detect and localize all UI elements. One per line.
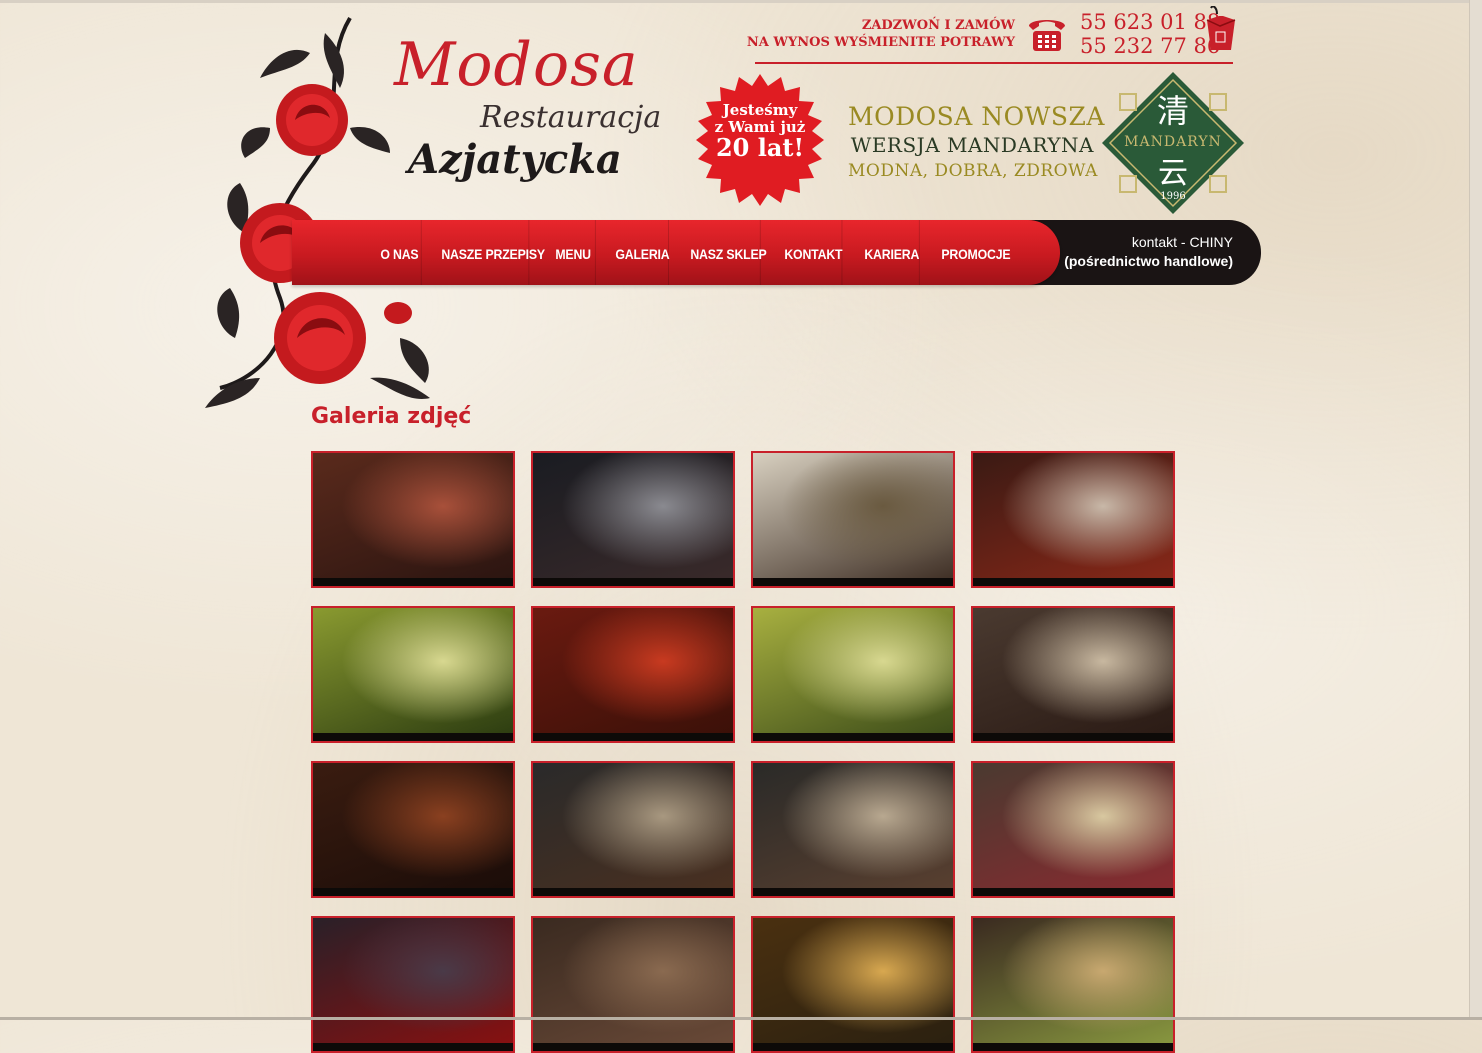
mandaryn-subheadline: WERSJA MANDARYNA [850, 133, 1094, 157]
gallery-photo[interactable] [531, 451, 735, 588]
gallery-photo-edge [313, 578, 513, 586]
contact-china-line-1: kontakt - CHINY [1131, 234, 1233, 250]
gallery-photo-edge [313, 888, 513, 896]
gallery-photo-image [313, 763, 513, 896]
nav-item-menu[interactable]: MENU [543, 220, 596, 285]
gallery-photo-edge [753, 578, 953, 586]
gallery-photo[interactable] [311, 451, 515, 588]
gallery-photo[interactable] [971, 451, 1175, 588]
gallery-photo-image [313, 608, 513, 741]
badge-line-1: Jesteśmy [722, 101, 798, 119]
gallery-photo[interactable] [971, 606, 1175, 743]
gallery-photo-image [753, 918, 953, 1051]
order-call-label: ZADZWOŃ I ZAMÓW [861, 18, 1015, 33]
logo-brand: Modosa [394, 30, 639, 100]
gallery-photo-edge [313, 1043, 513, 1051]
gallery-photo-image [313, 453, 513, 586]
gallery-photo[interactable] [751, 761, 955, 898]
gallery-photo-image [753, 608, 953, 741]
gallery-photo[interactable] [751, 606, 955, 743]
logo-tagline: Azjatycka [408, 136, 622, 183]
gallery-photo[interactable] [751, 916, 955, 1053]
gallery-photo-image [973, 763, 1173, 896]
takeaway-box-icon [1206, 6, 1236, 50]
nav-item-kariera[interactable]: KARIERA [852, 220, 920, 285]
gallery-photo-edge [533, 1043, 733, 1051]
gallery-photo[interactable] [971, 916, 1175, 1053]
gallery-photo[interactable] [531, 761, 735, 898]
gallery-photo-image [313, 918, 513, 1051]
gallery-photo-image [533, 763, 733, 896]
gallery-photo-edge [313, 733, 513, 741]
gallery-photo-image [753, 763, 953, 896]
scrollbar[interactable] [1469, 0, 1482, 1020]
badge-line-3: 20 lat! [715, 133, 805, 162]
mandaryn-logo-year: 1996 [1160, 191, 1185, 202]
gallery-photo-image [973, 608, 1173, 741]
top-border [0, 0, 1482, 3]
nav-item-kontakt[interactable]: KONTAKT [772, 220, 843, 285]
telephone-icon [1029, 20, 1065, 51]
nav-items: O NAS NASZE PRZEPISY MENU GALERIA NASZ SKLEP… [368, 220, 1011, 285]
nav-item-galeria[interactable]: GALERIA [603, 220, 670, 285]
phone-number-2[interactable]: 55 232 77 86 [1080, 34, 1220, 58]
mandaryn-logo[interactable]: 清 MANDARYN 云 1996 [1102, 72, 1244, 214]
gallery-photo-image [753, 453, 953, 586]
gallery-photo-edge [973, 578, 1173, 586]
gallery-photo-edge [533, 888, 733, 896]
gallery-photo-edge [753, 1043, 953, 1051]
gallery-photo-image [533, 453, 733, 586]
nav-item-nasze-przepisy[interactable]: NASZE PRZEPISY [429, 220, 545, 285]
gallery-photo[interactable] [311, 606, 515, 743]
nav-item-promocje[interactable]: PROMOCJE [929, 220, 1010, 285]
nav-item-nasz-sklep[interactable]: NASZ SKLEP [678, 220, 767, 285]
logo-subtitle: Restauracja [480, 100, 662, 135]
badge-text: Jesteśmy z Wami już 20 lat! [692, 102, 828, 161]
gallery-photo[interactable] [311, 761, 515, 898]
gallery-photo-edge [753, 733, 953, 741]
gallery-photo-image [533, 608, 733, 741]
contact-china-link[interactable]: kontakt - CHINY (pośrednictwo handlowe) [1064, 233, 1233, 271]
order-takeaway-label: NA WYNOS WYŚMIENITE POTRAWY [746, 35, 1015, 50]
gallery-photo-image [533, 918, 733, 1051]
anniversary-badge: Jesteśmy z Wami już 20 lat! [692, 72, 828, 208]
gallery-photo[interactable] [971, 761, 1175, 898]
gallery-photo-edge [533, 578, 733, 586]
main-navigation: O NAS NASZE PRZEPISY MENU GALERIA NASZ SKLEP… [292, 220, 1060, 285]
gallery-photo[interactable] [311, 916, 515, 1053]
mandaryn-char-top: 清 [1157, 92, 1189, 130]
gallery-photo-edge [973, 733, 1173, 741]
order-phone-box: ZADZWOŃ I ZAMÓW NA WYNOS WYŚMIENITE POTR… [747, 6, 1236, 64]
gallery-photo-edge [973, 1043, 1173, 1051]
phone-number-1[interactable]: 55 623 01 88 [1080, 10, 1220, 34]
gallery-photo-image [973, 453, 1173, 586]
mandaryn-logo-text: MANDARYN [1124, 134, 1222, 150]
gallery-photo-edge [533, 733, 733, 741]
contact-china-bar[interactable]: kontakt - CHINY (pośrednictwo handlowe) [1000, 220, 1261, 285]
nav-item-o-nas[interactable]: O NAS [368, 220, 422, 285]
mandaryn-headline: MODOSA NOWSZA [848, 102, 1105, 131]
gallery-photo[interactable] [531, 606, 735, 743]
gallery-title: Galeria zdjęć [311, 404, 472, 429]
mandaryn-char-bottom: 云 [1158, 156, 1188, 191]
gallery-photo-edge [973, 888, 1173, 896]
gallery-photo-edge [753, 888, 953, 896]
restaurant-logo[interactable]: Modosa Restauracja Azjatycka [388, 30, 678, 220]
mandaryn-promo[interactable]: MODOSA NOWSZA WERSJA MANDARYNA MODNA, DO… [848, 102, 1105, 181]
gallery-photo-image [973, 918, 1173, 1051]
gallery-photo[interactable] [751, 451, 955, 588]
gallery-photo[interactable] [531, 916, 735, 1053]
mandaryn-slogan: MODNA, DOBRA, ZDROWA [848, 161, 1098, 181]
contact-china-line-2: (pośrednictwo handlowe) [1064, 253, 1233, 269]
